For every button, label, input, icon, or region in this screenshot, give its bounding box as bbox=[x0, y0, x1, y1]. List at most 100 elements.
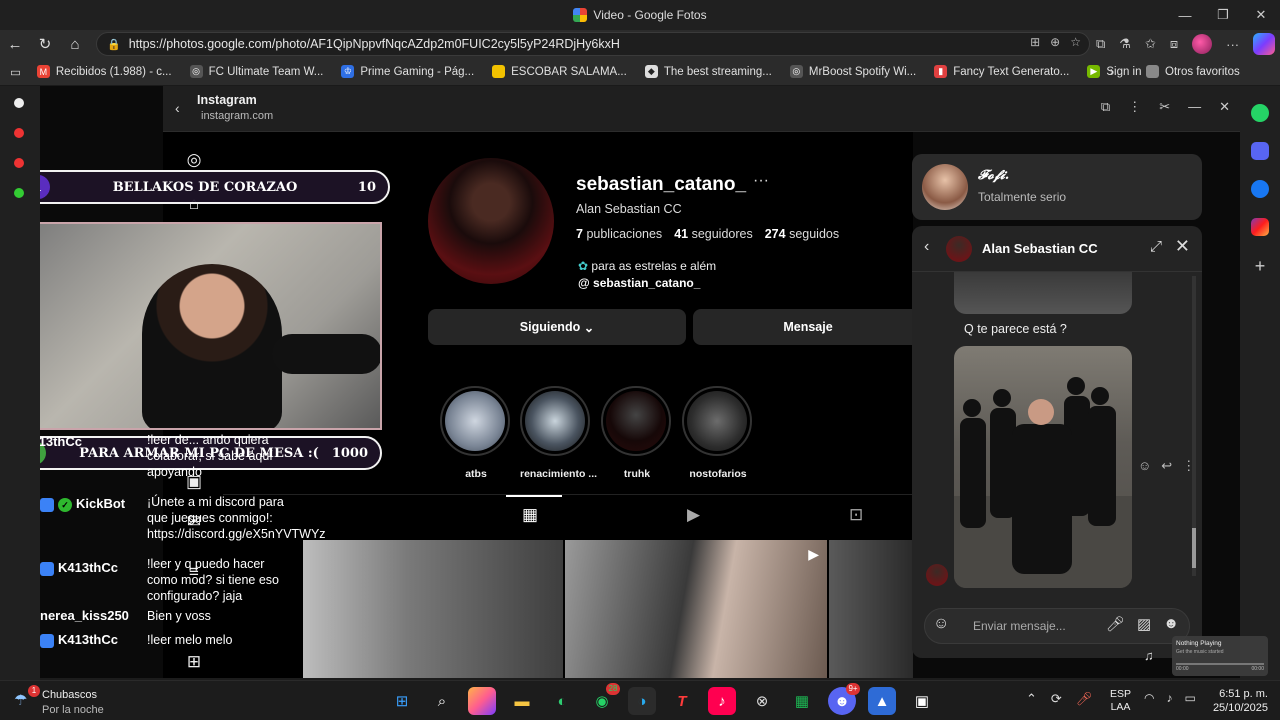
text-editor-icon[interactable]: T bbox=[668, 687, 696, 715]
avatar[interactable] bbox=[946, 236, 972, 262]
facebook-icon[interactable] bbox=[1251, 180, 1269, 198]
language-indicator[interactable]: ESP LAA bbox=[1110, 688, 1131, 714]
instagram-icon[interactable] bbox=[1251, 218, 1269, 236]
discord-icon[interactable]: ☻ 9+ bbox=[828, 683, 860, 715]
highlight-item[interactable]: nostofarios bbox=[682, 386, 754, 480]
music-note-icon[interactable]: ♫ bbox=[1144, 648, 1154, 663]
post-thumbnail[interactable] bbox=[829, 540, 913, 678]
copilot-icon[interactable] bbox=[1253, 33, 1276, 55]
edge-browser-icon[interactable]: ◑ bbox=[628, 687, 656, 715]
maximize-button[interactable]: ❐ bbox=[1204, 0, 1242, 30]
sync-icon[interactable]: ⟳ bbox=[1051, 691, 1062, 707]
sticker-icon[interactable]: ☻ bbox=[1163, 615, 1179, 633]
volume-icon[interactable]: ♪ bbox=[1166, 691, 1172, 705]
bookmark-item[interactable]: ◆ The best streaming... bbox=[644, 65, 772, 78]
instagram-logo-icon[interactable]: ◎ bbox=[183, 150, 205, 172]
app-available-icon[interactable]: ⊞ bbox=[1030, 35, 1040, 49]
bookmark-item[interactable]: ◎ MrBoost Spotify Wi... bbox=[789, 65, 916, 78]
copilot-icon[interactable] bbox=[468, 687, 496, 715]
chat-image-message[interactable] bbox=[954, 346, 1132, 588]
apps-icon[interactable]: ⊞ bbox=[183, 652, 205, 674]
windows-start-icon[interactable]: ⊞ bbox=[388, 687, 416, 715]
bookmark-item[interactable]: ESCOBAR SALAMA... bbox=[492, 65, 627, 78]
pin-icon[interactable]: ✂ bbox=[1159, 99, 1170, 115]
open-external-icon[interactable]: ⧉ bbox=[1101, 99, 1110, 115]
zoom-icon[interactable]: ⊕ bbox=[1050, 35, 1060, 49]
xbox-icon[interactable]: ⊗ bbox=[748, 687, 776, 715]
close-icon[interactable]: ✕ bbox=[1219, 99, 1230, 115]
bookmark-item[interactable]: ▶ Sign in bbox=[1087, 65, 1142, 78]
extensions-icon[interactable]: ⧉ bbox=[1096, 36, 1105, 52]
highlight-item[interactable]: renacimiento ... bbox=[520, 386, 597, 480]
bookmark-item[interactable]: ♔ Prime Gaming - Pág... bbox=[341, 65, 474, 78]
close-icon[interactable]: ✕ bbox=[1175, 236, 1190, 257]
chat-contact-name[interactable]: Alan Sebastian CC bbox=[982, 241, 1098, 256]
bookmark-item[interactable]: ▮ Fancy Text Generato... bbox=[934, 65, 1069, 78]
following-count[interactable]: 274 seguidos bbox=[765, 227, 839, 241]
app-dot-icon[interactable] bbox=[14, 158, 24, 168]
profile-picture[interactable] bbox=[428, 158, 554, 284]
back-icon[interactable]: ← bbox=[0, 30, 30, 58]
react-icon[interactable]: ☺ bbox=[1138, 458, 1151, 474]
file-explorer-icon[interactable]: ▬ bbox=[508, 687, 536, 715]
close-button[interactable]: ✕ bbox=[1242, 0, 1280, 30]
app-dot-icon[interactable] bbox=[14, 188, 24, 198]
threads-link[interactable]: @ sebastian_catano_ bbox=[578, 276, 700, 290]
app-dot-icon[interactable] bbox=[14, 98, 24, 108]
whatsapp-icon[interactable]: ◉ 28 bbox=[588, 683, 620, 715]
edge-icon[interactable]: ◐ bbox=[548, 687, 576, 715]
more-icon[interactable]: ··· bbox=[1226, 37, 1239, 52]
chat-image-message[interactable] bbox=[954, 272, 1132, 314]
clock[interactable]: 6:51 p. m. 25/10/2025 bbox=[1213, 687, 1268, 715]
post-thumbnail[interactable]: ▶ bbox=[565, 540, 827, 678]
grid-icon[interactable]: ▦ bbox=[522, 505, 538, 525]
chat-scrollbar[interactable] bbox=[1192, 276, 1196, 576]
image-app-icon[interactable]: ▲ bbox=[868, 687, 896, 715]
wifi-icon[interactable]: ◠ bbox=[1144, 691, 1154, 705]
minimize-button[interactable]: — bbox=[1166, 0, 1204, 30]
message-input[interactable]: ☺ Enviar mensaje... 🎤︎ ▨ ☻ bbox=[924, 608, 1190, 644]
expand-icon[interactable]: ⤢ bbox=[1150, 238, 1162, 255]
music-widget[interactable]: Nothing Playing Get the music started 00… bbox=[1172, 636, 1268, 676]
capture-icon[interactable]: ▣ bbox=[908, 687, 936, 715]
reply-icon[interactable]: ↩ bbox=[1161, 458, 1172, 474]
tab-actions-icon[interactable]: ▭ bbox=[10, 65, 21, 79]
address-bar[interactable]: 🔒 https://photos.google.com/photo/AF1Qip… bbox=[96, 32, 1090, 56]
more-options-icon[interactable]: ··· bbox=[753, 172, 769, 190]
image-icon[interactable]: ▨ bbox=[1137, 615, 1151, 633]
search-icon[interactable]: ⌕ bbox=[428, 687, 456, 715]
home-icon[interactable]: ⌂ bbox=[60, 30, 90, 58]
refresh-icon[interactable]: ↻ bbox=[30, 30, 60, 58]
tiktok-icon[interactable]: ♪ bbox=[708, 687, 736, 715]
minimize-icon[interactable]: — bbox=[1188, 99, 1201, 115]
favorites-icon[interactable]: ✩ bbox=[1145, 36, 1156, 52]
chevron-up-icon[interactable]: ⌃ bbox=[1026, 691, 1037, 707]
other-favorites[interactable]: Otros favoritos bbox=[1146, 65, 1240, 78]
following-button[interactable]: Siguiendo ⌄ bbox=[428, 309, 686, 345]
followers-count[interactable]: 41 seguidores bbox=[674, 227, 753, 241]
bookmark-item[interactable]: M Recibidos (1.988) - c... bbox=[36, 65, 172, 78]
add-icon[interactable]: + bbox=[1255, 256, 1266, 277]
reels-tab-icon[interactable]: ▶ bbox=[687, 505, 700, 525]
favorite-star-icon[interactable]: ☆ bbox=[1070, 35, 1081, 49]
highlight-item[interactable]: atbs bbox=[440, 386, 512, 480]
chevron-left-icon[interactable]: ‹ bbox=[924, 238, 929, 256]
posts-count[interactable]: 7 publicaciones bbox=[576, 227, 662, 241]
discord-icon[interactable] bbox=[1251, 142, 1269, 160]
performance-icon[interactable]: ⚗ bbox=[1119, 36, 1131, 52]
message-button[interactable]: Mensaje bbox=[693, 309, 923, 345]
post-thumbnail[interactable] bbox=[303, 540, 563, 678]
highlight-item[interactable]: truhk bbox=[601, 386, 673, 480]
game-icon[interactable]: ▦ bbox=[788, 687, 816, 715]
chat-notification[interactable]: 𝓕𝓸𝓯𝓲. Totalmente serio bbox=[912, 154, 1202, 220]
battery-icon[interactable]: ▭ bbox=[1184, 691, 1195, 705]
emoji-icon[interactable]: ☺ bbox=[933, 615, 949, 633]
more-vert-icon[interactable]: ⋮ bbox=[1128, 99, 1141, 115]
microphone-icon[interactable]: 🎤︎ bbox=[1076, 691, 1093, 707]
app-dot-icon[interactable] bbox=[14, 128, 24, 138]
collections-icon[interactable]: ⧈ bbox=[1170, 36, 1178, 52]
profile-avatar[interactable] bbox=[1192, 34, 1213, 54]
back-icon[interactable]: ‹ bbox=[175, 100, 180, 116]
bookmark-item[interactable]: ◎ FC Ultimate Team W... bbox=[189, 65, 323, 78]
chevron-right-icon[interactable]: › bbox=[1110, 66, 1114, 78]
